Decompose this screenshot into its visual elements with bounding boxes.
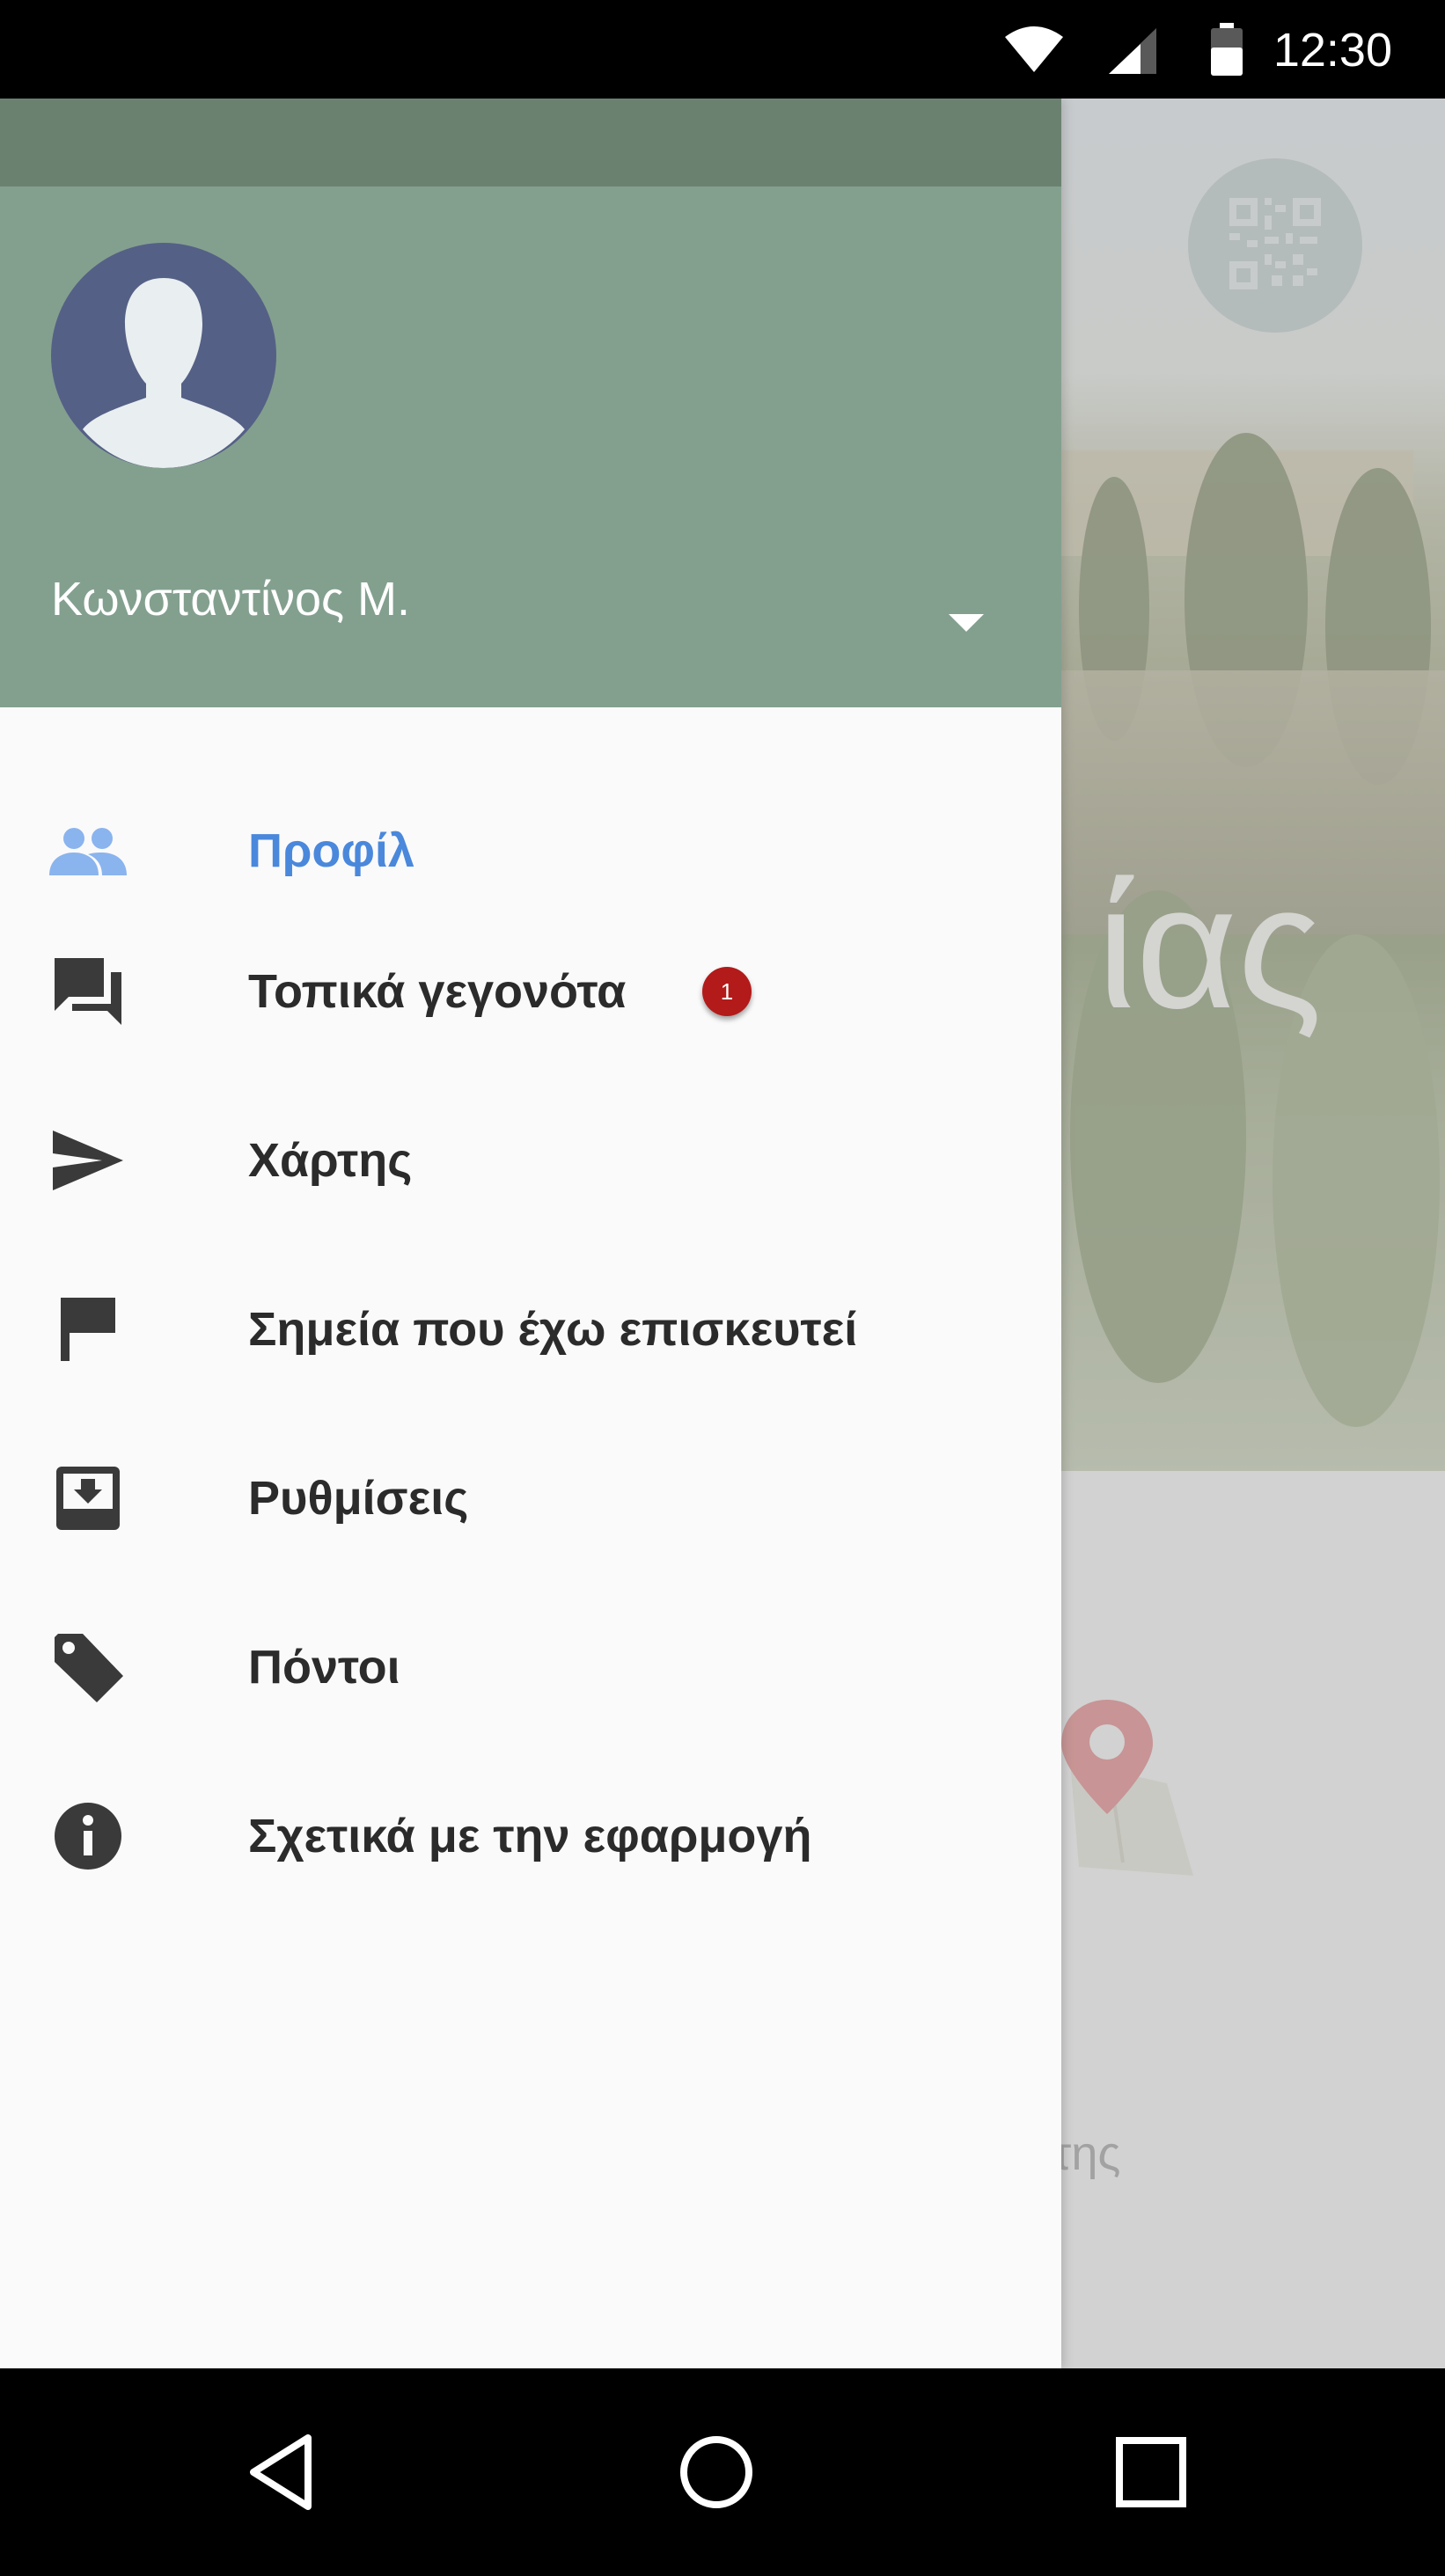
menu-item-visited-places[interactable]: Σημεία που έχω επισκευτεί	[0, 1246, 1061, 1413]
menu-item-label: Πόντοι	[248, 1641, 400, 1694]
menu-item-label: Προφίλ	[248, 824, 415, 877]
navigation-drawer: Κωνσταντίνος Μ. Προφίλ Τοπικά γεγονότα 1…	[0, 99, 1061, 2368]
send-icon	[46, 1118, 130, 1203]
account-name[interactable]: Κωνσταντίνος Μ.	[51, 572, 410, 626]
notification-badge: 1	[702, 967, 752, 1016]
archive-icon	[46, 1456, 130, 1540]
system-navigation-bar	[0, 2368, 1445, 2576]
menu-item-points[interactable]: Πόντοι	[0, 1584, 1061, 1751]
info-icon	[46, 1794, 130, 1878]
menu-item-label: Σχετικά με την εφαρμογή	[248, 1810, 812, 1862]
people-icon	[46, 809, 130, 893]
home-icon	[680, 2436, 752, 2508]
status-bar: 12:30	[0, 0, 1445, 99]
status-clock: 12:30	[1273, 24, 1392, 77]
menu-item-local-events[interactable]: Τοπικά γεγονότα 1	[0, 908, 1061, 1075]
menu-item-map[interactable]: Χάρτης	[0, 1077, 1061, 1244]
wifi-icon	[1003, 25, 1065, 78]
header-top-strip	[0, 99, 1061, 187]
menu-item-label: Σημεία που έχω επισκευτεί	[248, 1303, 858, 1356]
drawer-header: Κωνσταντίνος Μ.	[0, 99, 1061, 707]
avatar[interactable]	[51, 243, 276, 468]
forum-icon	[46, 949, 130, 1034]
battery-icon	[1209, 23, 1244, 82]
menu-item-about[interactable]: Σχετικά με την εφαρμογή	[0, 1753, 1061, 1920]
flag-icon	[46, 1287, 130, 1372]
menu-item-settings[interactable]: Ρυθμίσεις	[0, 1415, 1061, 1582]
menu-item-label: Ρυθμίσεις	[248, 1472, 469, 1525]
triangle-down-icon[interactable]	[943, 609, 989, 635]
recents-button[interactable]	[1107, 2428, 1195, 2516]
back-button[interactable]	[238, 2428, 326, 2516]
drawer-scrim[interactable]	[1061, 99, 1445, 2368]
recents-icon	[1116, 2437, 1186, 2507]
tag-icon	[46, 1625, 130, 1709]
home-button[interactable]	[672, 2428, 760, 2516]
back-icon	[250, 2434, 312, 2510]
menu-item-label: Χάρτης	[248, 1134, 413, 1187]
person-avatar-icon	[83, 278, 245, 468]
menu-item-label: Τοπικά γεγονότα	[248, 965, 627, 1018]
cellular-signal-icon	[1107, 26, 1158, 80]
